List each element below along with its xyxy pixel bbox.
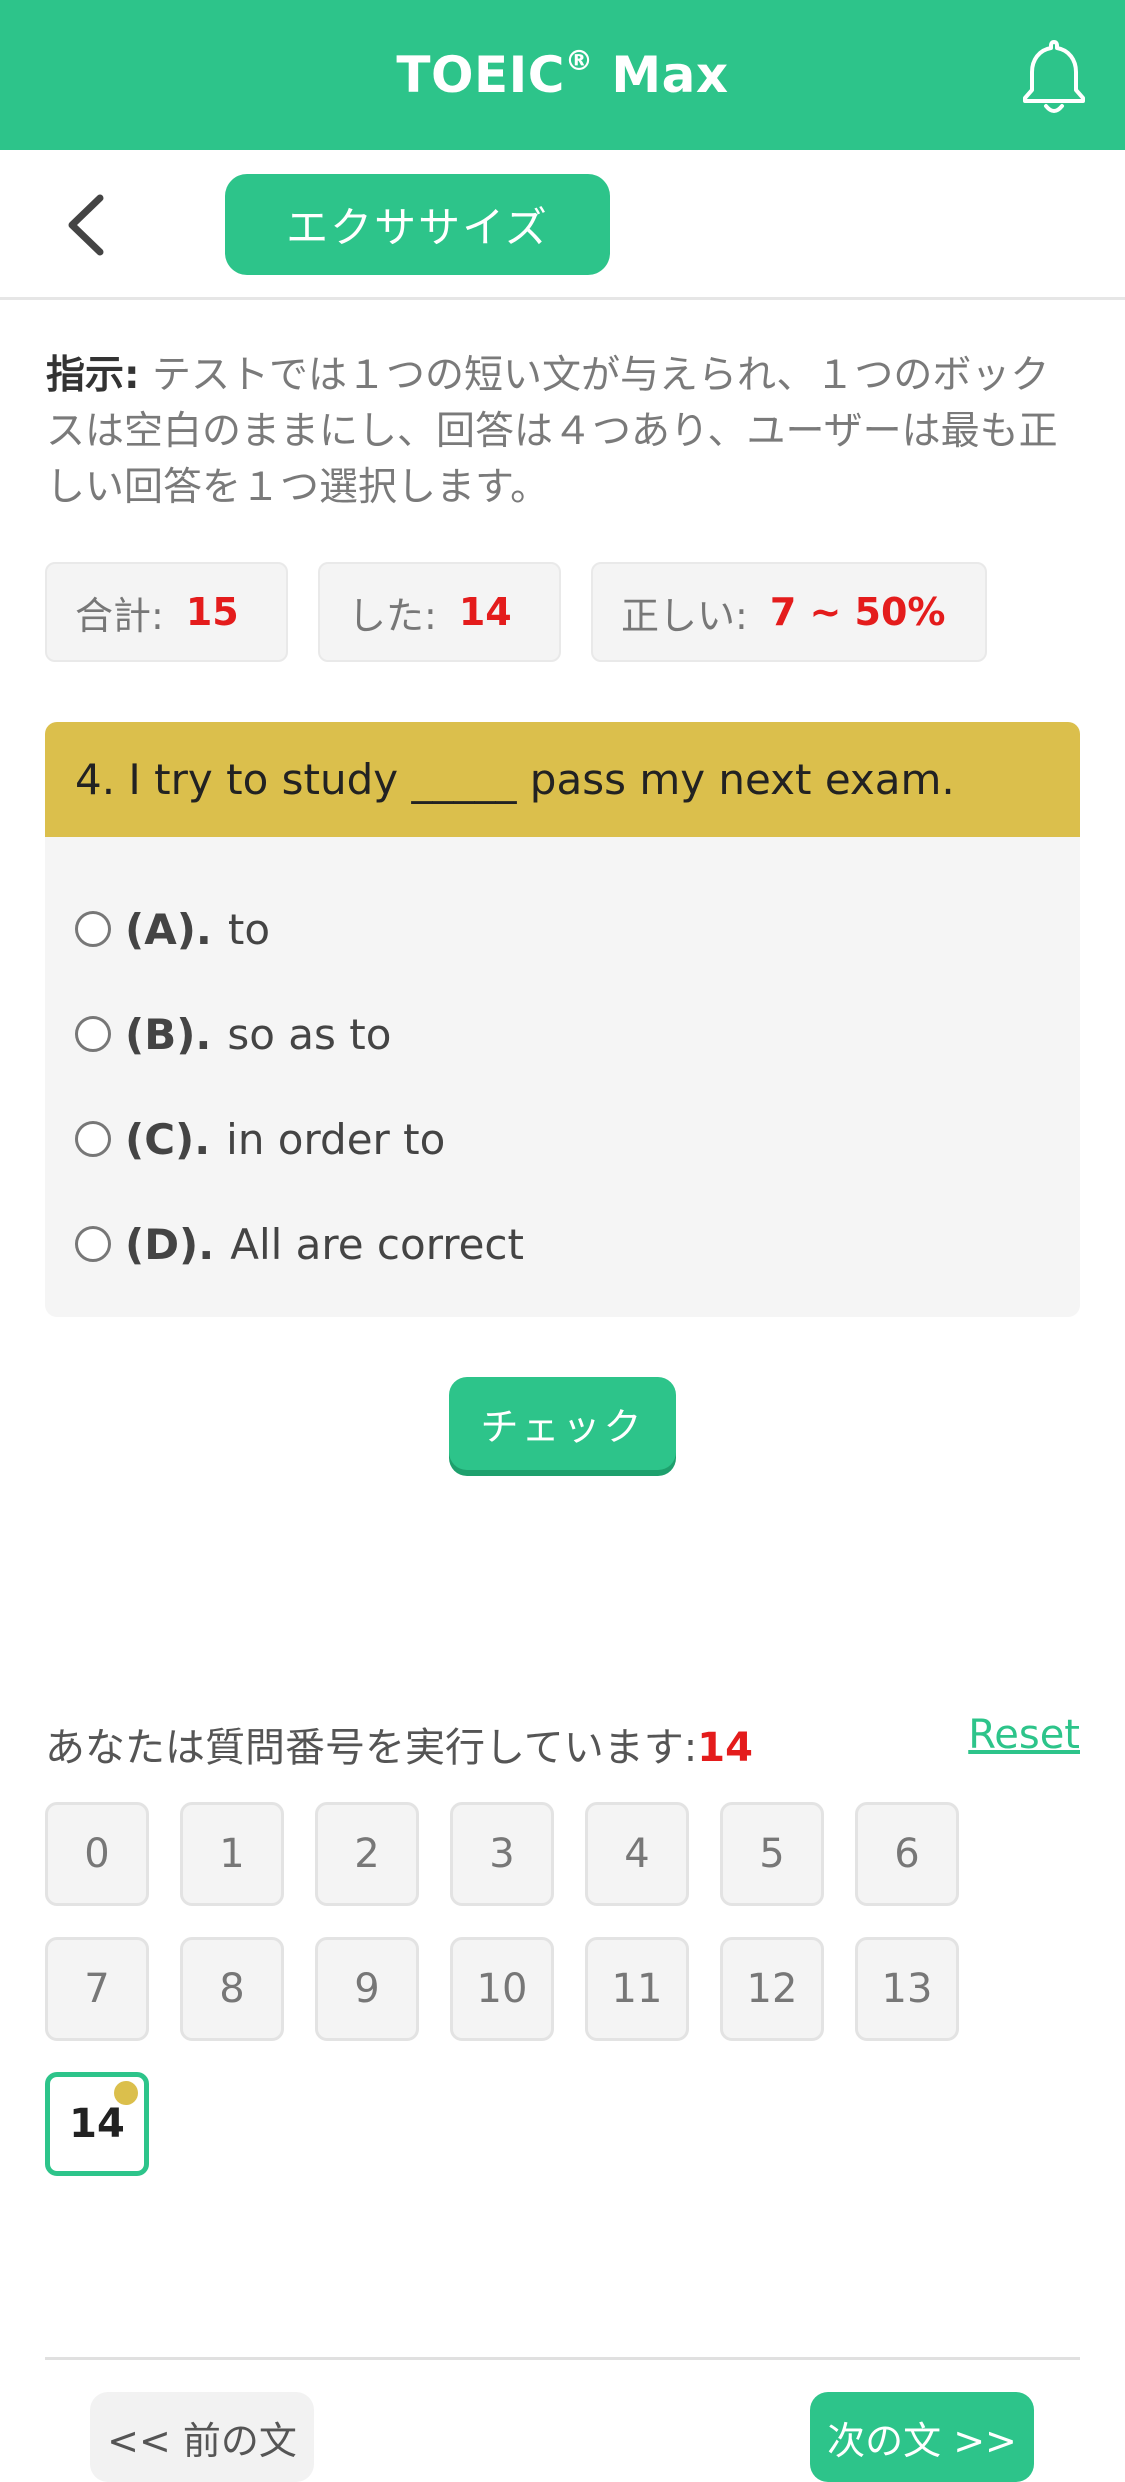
radio-button[interactable] [75, 911, 111, 947]
option-label: (A). [125, 904, 212, 954]
option-a[interactable]: (A). to [75, 894, 270, 964]
running-label: あなたは質問番号を実行しています: [45, 1725, 698, 1771]
bell-icon[interactable] [1019, 36, 1089, 116]
question-cell-1[interactable]: 1 [180, 1802, 284, 1906]
option-label: (B). [125, 1009, 212, 1059]
question-options: (A). to (B). so as to (C). in order to (… [45, 837, 1080, 1317]
stat-total-label: 合計: [75, 593, 164, 638]
option-c[interactable]: (C). in order to [75, 1104, 445, 1174]
instruction-body: テストでは１つの短い文が与えられ、１つのボックスは空白のままにし、回答は４つあり… [46, 353, 1058, 510]
current-dot-icon [114, 2081, 138, 2105]
radio-button[interactable] [75, 1016, 111, 1052]
question-cell-8[interactable]: 8 [180, 1937, 284, 2041]
question-cell-14-active[interactable]: 14 [45, 2072, 149, 2176]
radio-button[interactable] [75, 1226, 111, 1262]
option-label: (C). [125, 1114, 211, 1164]
question-cell-6[interactable]: 6 [855, 1802, 959, 1906]
option-b[interactable]: (B). so as to [75, 999, 391, 1069]
question-cell-9[interactable]: 9 [315, 1937, 419, 2041]
instruction-text: 指示: テストでは１つの短い文が与えられ、１つのボックスは空白のままにし、回答は… [46, 348, 1086, 516]
question-cell-2[interactable]: 2 [315, 1802, 419, 1906]
option-text: All are correct [230, 1219, 524, 1269]
question-cell-13[interactable]: 13 [855, 1937, 959, 2041]
tab-exercise[interactable]: エクササイズ [225, 174, 610, 275]
question-cell-label: 14 [69, 2101, 125, 2147]
option-label: (D). [125, 1219, 215, 1269]
question-cell-4[interactable]: 4 [585, 1802, 689, 1906]
question-cell-10[interactable]: 10 [450, 1937, 554, 2041]
question-text: 4. I try to study _____ pass my next exa… [75, 755, 955, 804]
radio-button[interactable] [75, 1121, 111, 1157]
stat-done-value: 14 [458, 590, 512, 634]
instruction-label: 指示: [46, 353, 140, 398]
chevron-left-icon[interactable] [58, 190, 118, 260]
app-title: TOEIC® Max [396, 44, 729, 104]
stat-total-value: 15 [185, 590, 239, 634]
stat-correct-value: 7 ~ 50% [769, 590, 946, 634]
question-cell-3[interactable]: 3 [450, 1802, 554, 1906]
stat-done-label: した: [348, 593, 437, 638]
running-question-indicator: あなたは質問番号を実行しています:14 [45, 1715, 753, 1773]
option-text: to [227, 904, 271, 954]
app-title-main: TOEIC [396, 46, 565, 104]
reset-link[interactable]: Reset [968, 1712, 1080, 1758]
stat-total: 合計: 15 [45, 562, 288, 662]
stat-correct: 正しい: 7 ~ 50% [591, 562, 987, 662]
stat-correct-label: 正しい: [621, 593, 748, 638]
question-cell-12[interactable]: 12 [720, 1937, 824, 2041]
registered-mark: ® [564, 44, 594, 78]
question-cell-5[interactable]: 5 [720, 1802, 824, 1906]
previous-sentence-button[interactable]: << 前の文 [90, 2392, 314, 2482]
option-d[interactable]: (D). All are correct [75, 1209, 524, 1279]
question-header: 4. I try to study _____ pass my next exa… [45, 722, 1080, 837]
question-cell-0[interactable]: 0 [45, 1802, 149, 1906]
stat-done: した: 14 [318, 562, 561, 662]
question-cell-11[interactable]: 11 [585, 1937, 689, 2041]
app-title-suffix: Max [593, 46, 729, 104]
app-header: TOEIC® Max [0, 0, 1125, 150]
option-text: in order to [226, 1114, 446, 1164]
footer-divider [45, 2357, 1080, 2360]
next-sentence-button[interactable]: 次の文 >> [810, 2392, 1034, 2482]
check-button[interactable]: チェック [449, 1377, 676, 1470]
running-number: 14 [697, 1725, 753, 1771]
question-cell-7[interactable]: 7 [45, 1937, 149, 2041]
sub-header: エクササイズ [0, 150, 1125, 300]
option-text: so as to [227, 1009, 392, 1059]
